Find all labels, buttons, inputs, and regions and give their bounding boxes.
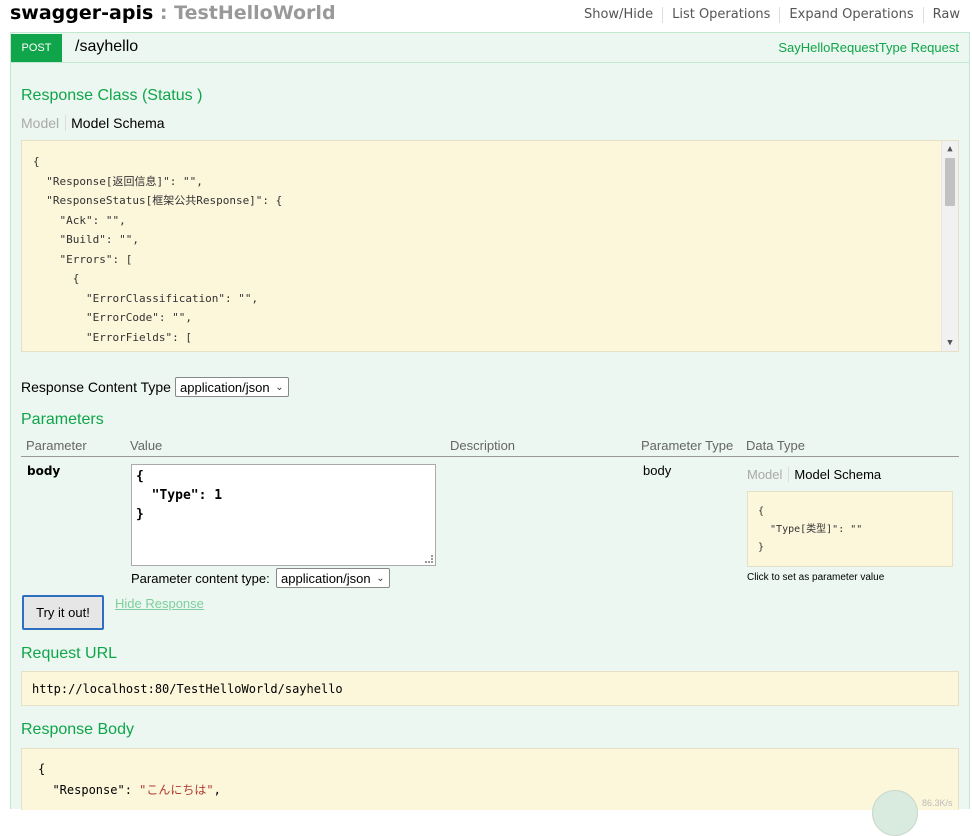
tab-model[interactable]: Model <box>21 115 67 131</box>
speed-bubble-icon <box>872 790 918 836</box>
parameter-type-value: body <box>643 463 672 478</box>
response-schema-box[interactable]: { "Response[返回信息]": "", "ResponseStatus[… <box>21 140 959 352</box>
scroll-down-icon[interactable]: ▼ <box>942 335 958 351</box>
network-speed-widget: 86.3K/s <box>872 790 972 836</box>
hide-response-link[interactable]: Hide Response <box>115 596 204 611</box>
top-bar: swagger-apis : TestHelloWorld Show/Hide … <box>0 0 972 32</box>
app-name: swagger-apis <box>10 2 154 24</box>
response-key: "Response": <box>38 783 140 797</box>
parameter-content-type-select[interactable]: application/json ⌄ <box>276 568 390 588</box>
response-body-line-1: { <box>38 762 46 776</box>
request-url-box: http://localhost:80/TestHelloWorld/sayhe… <box>21 671 959 706</box>
response-tail: , <box>213 783 221 797</box>
col-description: Description <box>450 438 516 453</box>
parameters-title: Parameters <box>21 411 104 428</box>
network-speed: 86.3K/s <box>922 798 953 808</box>
resize-handle-icon[interactable] <box>425 555 433 563</box>
response-schema-text: { "Response[返回信息]": "", "ResponseStatus[… <box>33 155 283 344</box>
parameters-table-header: Parameter Value Description Parameter Ty… <box>21 435 959 457</box>
schema-scrollbar[interactable]: ▲ ▼ <box>941 141 958 351</box>
response-body-title: Response Body <box>21 721 134 738</box>
response-body-box: { "Response": "こんにちは", <box>21 748 959 810</box>
response-content-type-value: application/json <box>180 380 270 395</box>
parameter-name: body <box>27 464 61 478</box>
show-hide-link[interactable]: Show/Hide <box>575 7 664 23</box>
body-value-textarea[interactable]: { "Type": 1 } <box>131 464 436 566</box>
response-value: "こんにちは" <box>139 783 214 797</box>
tab-model-schema[interactable]: Model Schema <box>789 467 881 482</box>
api-name: TestHelloWorld <box>174 2 336 24</box>
col-parameter: Parameter <box>26 438 87 453</box>
schema-hint: Click to set as parameter value <box>747 572 885 583</box>
body-value-text: { "Type": 1 } <box>136 469 223 522</box>
operation-panel: POST /sayhello SayHelloRequestType Reque… <box>10 32 970 810</box>
response-class-tabs: Model Model Schema <box>21 115 165 131</box>
tab-model[interactable]: Model <box>747 467 790 482</box>
top-nav: Show/Hide List Operations Expand Operati… <box>575 7 960 23</box>
response-content-type-label: Response Content Type <box>21 379 171 395</box>
parameter-schema-box[interactable]: { "Type[类型]": "" } <box>747 491 953 567</box>
response-body-text: { "Response": "こんにちは", <box>22 749 958 810</box>
app-title[interactable]: swagger-apis : TestHelloWorld <box>10 2 336 24</box>
operation-path[interactable]: /sayhello <box>75 38 138 56</box>
col-parameter-type: Parameter Type <box>641 438 734 453</box>
request-url-title: Request URL <box>21 645 118 662</box>
list-operations-link[interactable]: List Operations <box>663 7 781 23</box>
parameter-content-type-label: Parameter content type: <box>131 571 270 586</box>
col-data-type: Data Type <box>746 438 806 453</box>
try-it-out-button[interactable]: Try it out! <box>22 595 104 630</box>
response-content-type-select[interactable]: application/json ⌄ <box>175 377 289 397</box>
expand-operations-link[interactable]: Expand Operations <box>780 7 924 23</box>
method-badge[interactable]: POST <box>11 34 62 62</box>
parameter-schema-text: { "Type[类型]": "" } <box>758 506 863 553</box>
chevron-down-icon: ⌄ <box>275 382 284 393</box>
scroll-up-icon[interactable]: ▲ <box>942 141 958 157</box>
scroll-thumb[interactable] <box>945 158 955 206</box>
raw-link[interactable]: Raw <box>924 7 960 23</box>
chevron-down-icon: ⌄ <box>376 573 385 584</box>
data-type-tabs: Model Model Schema <box>747 467 881 482</box>
operation-summary[interactable]: SayHelloRequestType Request <box>778 40 959 55</box>
tab-model-schema[interactable]: Model Schema <box>66 115 164 131</box>
response-class-title: Response Class (Status ) <box>21 87 203 104</box>
title-separator: : <box>159 2 168 24</box>
parameter-content-type-value: application/json <box>281 571 371 586</box>
operation-heading[interactable]: POST /sayhello SayHelloRequestType Reque… <box>11 33 969 63</box>
col-value: Value <box>130 438 163 453</box>
